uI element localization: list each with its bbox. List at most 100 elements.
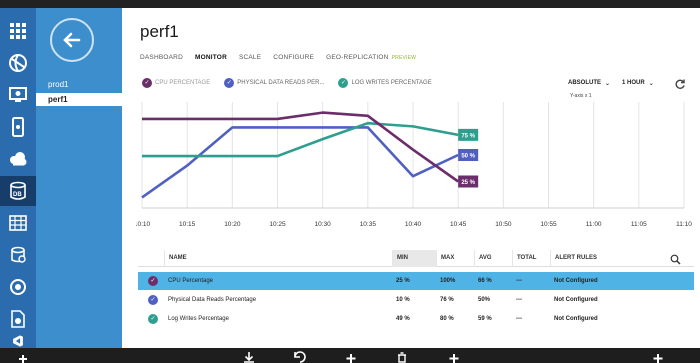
alert-cell: Not Configured (554, 316, 598, 322)
all-items-icon[interactable] (0, 16, 36, 46)
column-header[interactable]: ALERT RULES (550, 250, 660, 267)
column-header[interactable]: NAME (164, 250, 392, 267)
max-cell: 76 % (440, 297, 454, 303)
storage-icon[interactable] (0, 208, 36, 238)
tab-dashboard[interactable]: DASHBOARD (140, 54, 183, 61)
x-tick-label: 10:50 (495, 221, 512, 228)
mobile-services-icon[interactable] (0, 112, 36, 142)
checkmark-icon[interactable]: ✓ (148, 276, 158, 286)
min-cell: 10 % (396, 297, 410, 303)
legend-item-physical-reads[interactable]: ✓ PHYSICAL DATA READS PER... (224, 78, 324, 88)
search-icon[interactable] (670, 252, 681, 270)
monitor-chart: 10:10 10:15 10:20 10:25 10:30 10:35 10:40 10:45… (136, 102, 692, 228)
max-cell: 100% (440, 278, 456, 284)
main-content: perf1 DASHBOARD MONITOR SCALE CONFIGURE … (122, 8, 700, 348)
cloud-services-icon[interactable] (0, 144, 36, 174)
preview-badge: PREVIEW (391, 54, 417, 61)
visual-studio-icon[interactable] (0, 334, 36, 348)
chevron-down-icon: ⌄ (648, 81, 654, 87)
web-sites-icon[interactable] (0, 48, 36, 78)
new-icon[interactable] (18, 350, 32, 363)
legend-label: LOG WRITES PERCENTAGE (351, 80, 432, 86)
min-cell: 49 % (396, 316, 410, 322)
refresh-icon[interactable] (674, 77, 686, 95)
scale-note: Y-axis x 1 (570, 93, 592, 99)
total-cell: --- (516, 316, 522, 322)
x-tick-label: 11:10 (676, 221, 692, 228)
column-header[interactable]: MAX (436, 250, 474, 267)
download-icon[interactable] (243, 350, 257, 363)
max-cell: 80 % (440, 316, 454, 322)
command-bar (0, 348, 700, 363)
x-tick-label: 10:25 (269, 221, 286, 228)
tab-monitor[interactable]: MONITOR (195, 54, 227, 61)
avg-cell: 66 % (478, 278, 492, 284)
add-icon[interactable] (345, 350, 359, 363)
table-row[interactable]: ✓ Physical Data Reads Percentage 10 % 76 % 5… (138, 291, 694, 309)
svg-text:75 %: 75 % (461, 133, 475, 139)
back-arrow-icon (63, 32, 81, 48)
checkmark-icon[interactable]: ✓ (148, 314, 158, 324)
tab-configure[interactable]: CONFIGURE (273, 54, 314, 61)
x-tick-label: 10:40 (405, 221, 422, 228)
series-end-label: 75 % (458, 128, 479, 141)
total-cell: --- (516, 278, 522, 284)
top-bar (0, 0, 700, 8)
x-tick-label: 10:30 (315, 221, 332, 228)
checkmark-icon: ✓ (338, 78, 349, 88)
svg-text:50 %: 50 % (461, 154, 475, 160)
restore-icon[interactable] (293, 350, 307, 363)
name-cell: Log Writes Percentage (168, 316, 229, 322)
navigation-panel: prod1 perf1 (36, 8, 122, 348)
back-button[interactable] (50, 18, 94, 62)
virtual-machines-icon[interactable] (0, 80, 36, 110)
alert-cell: Not Configured (554, 297, 598, 303)
legend-item-cpu[interactable]: ✓ CPU PERCENTAGE (142, 78, 210, 88)
x-tick-label: 10:35 (360, 221, 377, 228)
checkmark-icon: ✓ (142, 78, 152, 88)
delete-icon[interactable] (396, 350, 410, 363)
column-header[interactable]: MIN (392, 250, 436, 267)
help-icon[interactable] (652, 350, 666, 363)
scale-dropdown[interactable]: ABSOLUTE (568, 80, 601, 87)
table-row[interactable]: ✓ CPU Percentage 25 % 100% 66 % --- Not Config… (138, 272, 694, 290)
chevron-down-icon: ⌄ (605, 81, 611, 87)
table-row[interactable]: ✓ Log Writes Percentage 49 % 80 % 59 % --- Not… (138, 310, 694, 328)
legend-label: PHYSICAL DATA READS PER... (237, 80, 325, 86)
nav-item-perf1[interactable]: perf1 (36, 93, 122, 106)
hdinsight-icon[interactable] (0, 240, 36, 270)
tab-bar: DASHBOARD MONITOR SCALE CONFIGURE GEO-RE… (140, 54, 424, 61)
avg-cell: 50% (478, 297, 491, 303)
metrics-grid-header: NAME MIN MAX AVG TOTAL ALERT RULES (138, 250, 694, 267)
legend-item-log-writes[interactable]: ✓ LOG WRITES PERCENTAGE (338, 78, 432, 88)
column-header[interactable]: AVG (474, 250, 512, 267)
service-icon-bar: DB (0, 8, 36, 348)
media-services-icon[interactable] (0, 272, 36, 302)
x-tick-label: 10:45 (450, 221, 467, 228)
series-line (141, 126, 459, 199)
x-tick-label: 11:05 (631, 221, 647, 228)
name-cell: Physical Data Reads Percentage (168, 297, 257, 303)
x-tick-label: 10:20 (224, 221, 241, 228)
x-tick-label: 10:15 (179, 221, 196, 228)
column-header[interactable]: TOTAL (512, 250, 550, 267)
service-bus-icon[interactable] (0, 304, 36, 334)
sql-databases-icon[interactable]: DB (0, 176, 36, 206)
add-icon[interactable] (448, 350, 462, 363)
chart-controls: ABSOLUTE ⌄ 1 HOUR ⌄ (568, 80, 666, 87)
svg-text:DB: DB (13, 192, 22, 198)
checkmark-icon: ✓ (224, 78, 235, 88)
alert-cell: Not Configured (554, 278, 598, 284)
page-title: perf1 (140, 22, 179, 41)
name-cell: CPU Percentage (168, 278, 214, 284)
total-cell: --- (516, 297, 522, 303)
x-tick-label: 11:00 (586, 221, 602, 228)
x-tick-label: 10:55 (540, 221, 557, 228)
tab-geo-replication[interactable]: GEO-REPLICATION (326, 54, 388, 61)
range-dropdown[interactable]: 1 HOUR (622, 80, 645, 87)
nav-item-prod1[interactable]: prod1 (36, 78, 122, 91)
series-end-label: 50 % (458, 149, 479, 161)
tab-scale[interactable]: SCALE (239, 54, 261, 61)
min-cell: 25 % (396, 278, 410, 284)
checkmark-icon[interactable]: ✓ (148, 295, 158, 305)
